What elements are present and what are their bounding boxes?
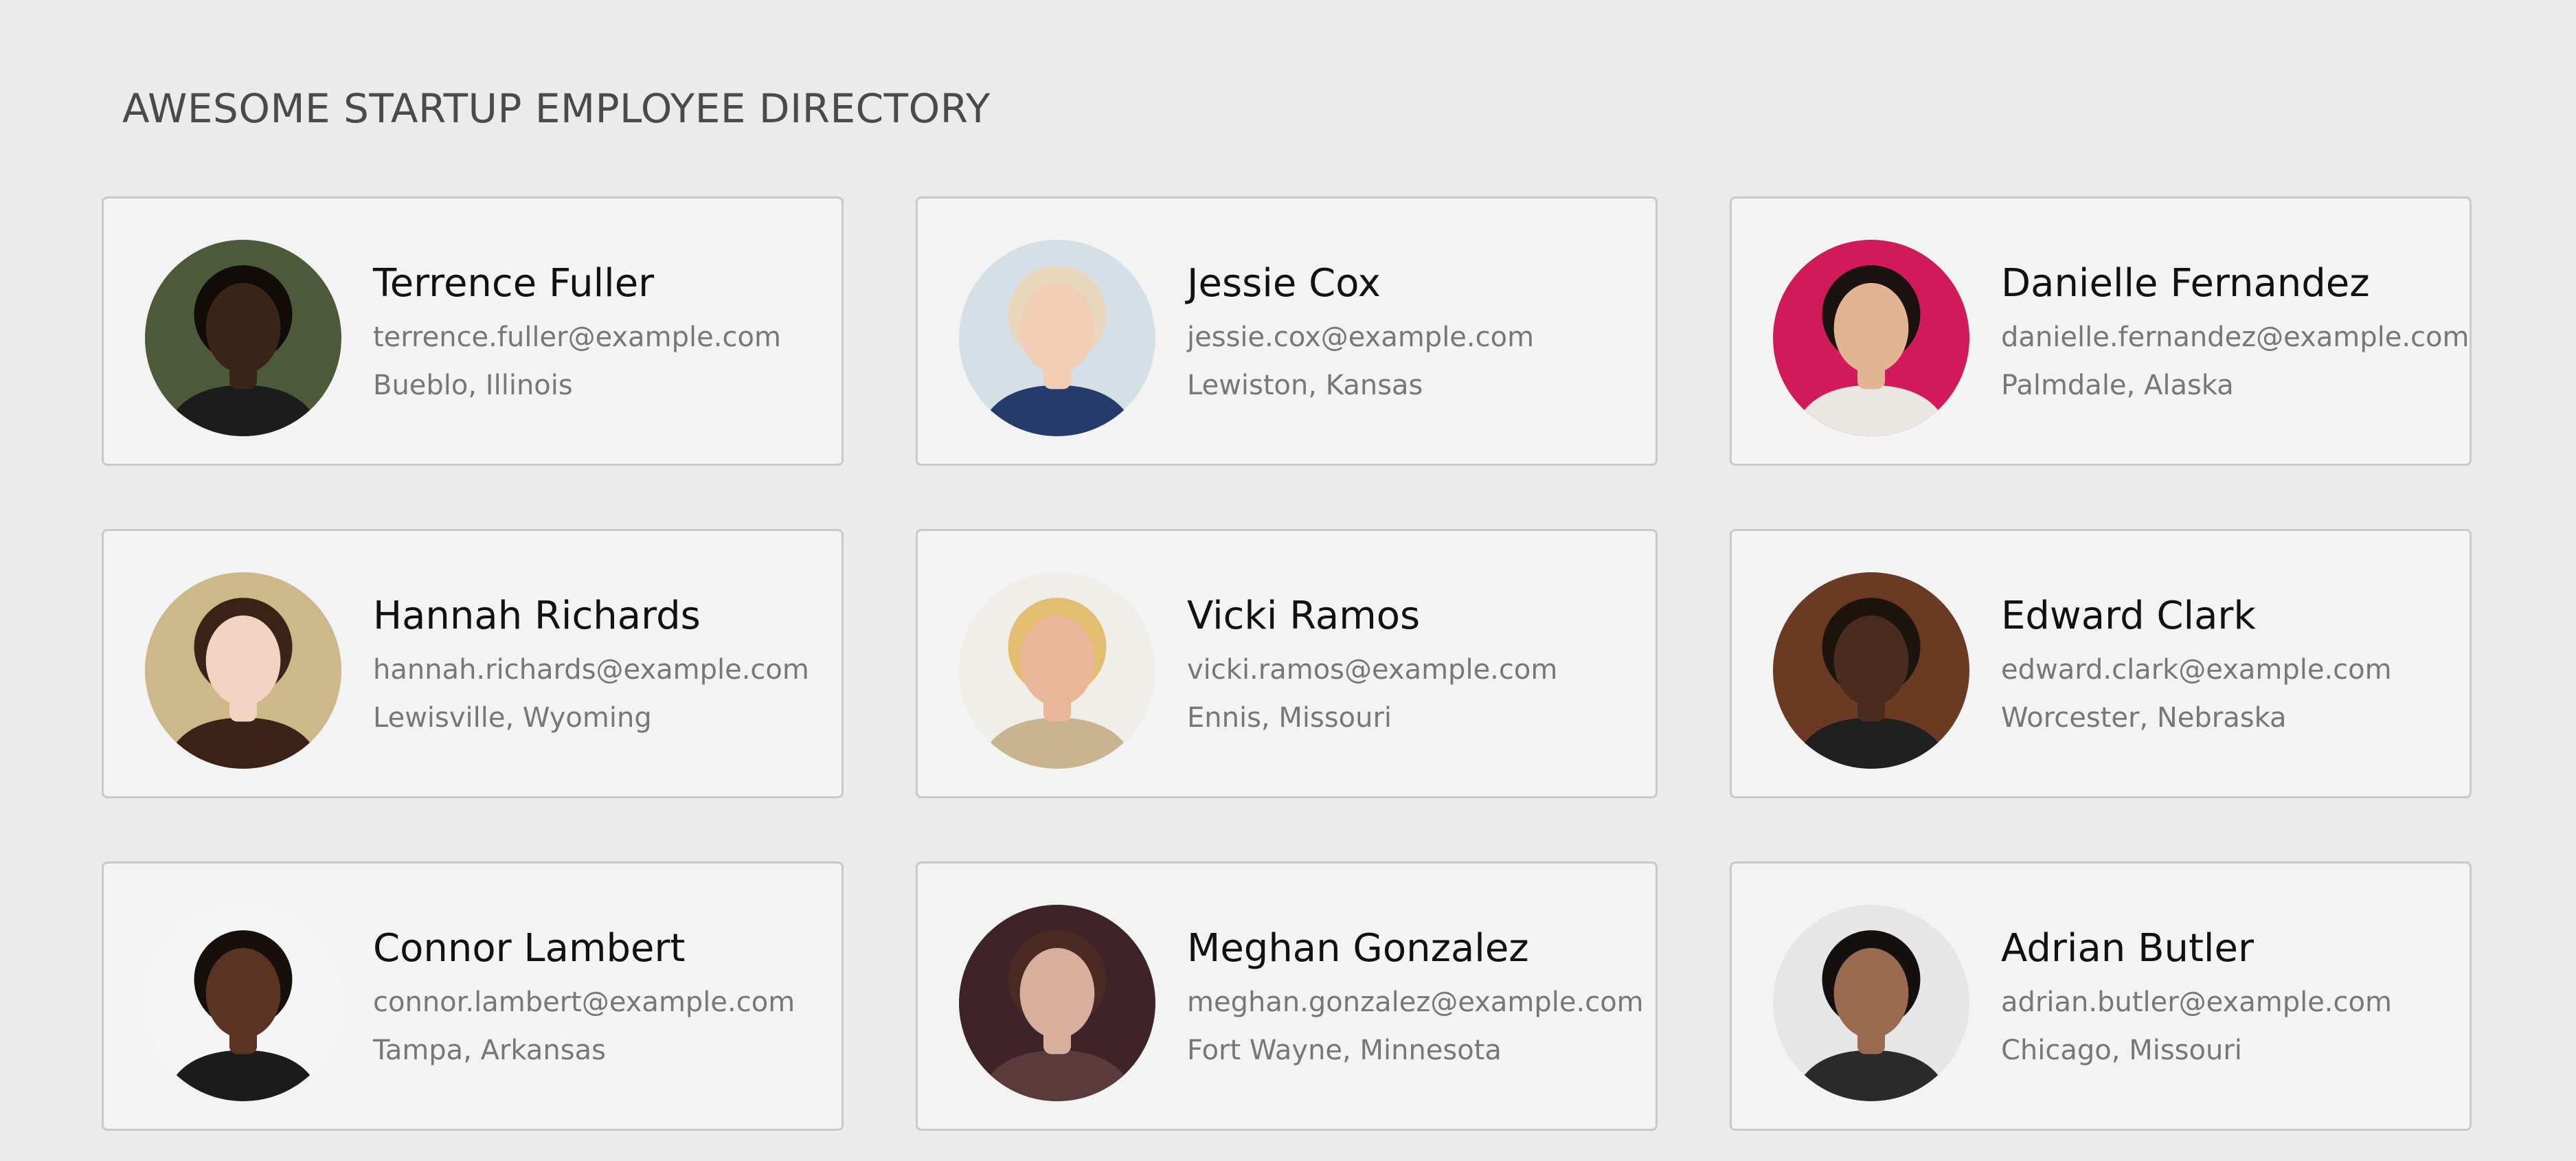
employee-location: Tampa, Arkansas <box>373 1035 606 1066</box>
employee-email: vicki.ramos@example.com <box>1187 654 1558 686</box>
person-avatar-icon <box>959 905 1155 1101</box>
person-avatar-icon <box>959 240 1155 436</box>
employee-email: connor.lambert@example.com <box>373 987 795 1018</box>
employee-name: Meghan Gonzalez <box>1187 926 1529 971</box>
employee-grid: Terrence Fuller terrence.fuller@example.… <box>102 196 2472 1131</box>
employee-location: Fort Wayne, Minnesota <box>1187 1035 1502 1066</box>
employee-email: edward.clark@example.com <box>2001 654 2392 686</box>
employee-name: Danielle Fernandez <box>2001 261 2370 306</box>
employee-card[interactable]: Meghan Gonzalez meghan.gonzalez@example.… <box>916 861 1658 1131</box>
employee-email: adrian.butler@example.com <box>2001 987 2392 1018</box>
avatar <box>145 905 341 1101</box>
employee-card[interactable]: Edward Clark edward.clark@example.com Wo… <box>1730 529 2472 798</box>
employee-name: Connor Lambert <box>373 926 686 971</box>
person-avatar-icon <box>1773 572 1969 769</box>
employee-info: Meghan Gonzalez meghan.gonzalez@example.… <box>1187 921 1654 1071</box>
person-avatar-icon <box>145 905 341 1101</box>
employee-info: Connor Lambert connor.lambert@example.co… <box>373 921 840 1071</box>
employee-email: jessie.cox@example.com <box>1187 322 1535 353</box>
employee-location: Lewisville, Wyoming <box>373 702 652 734</box>
employee-card[interactable]: Terrence Fuller terrence.fuller@example.… <box>102 196 844 466</box>
employee-info: Jessie Cox jessie.cox@example.com Lewist… <box>1187 256 1654 406</box>
employee-email: terrence.fuller@example.com <box>373 322 781 353</box>
person-avatar-icon <box>959 572 1155 769</box>
employee-location: Chicago, Missouri <box>2001 1035 2242 1066</box>
avatar <box>959 572 1155 769</box>
employee-email: meghan.gonzalez@example.com <box>1187 987 1644 1018</box>
person-avatar-icon <box>1773 905 1969 1101</box>
employee-card[interactable]: Connor Lambert connor.lambert@example.co… <box>102 861 844 1131</box>
employee-name: Adrian Butler <box>2001 926 2254 971</box>
employee-card[interactable]: Jessie Cox jessie.cox@example.com Lewist… <box>916 196 1658 466</box>
employee-email: hannah.richards@example.com <box>373 654 809 686</box>
employee-info: Edward Clark edward.clark@example.com Wo… <box>2001 589 2468 739</box>
employee-name: Terrence Fuller <box>373 261 655 306</box>
employee-location: Worcester, Nebraska <box>2001 702 2287 734</box>
person-avatar-icon <box>145 572 341 769</box>
employee-info: Hannah Richards hannah.richards@example.… <box>373 589 840 739</box>
page-title: AWESOME STARTUP EMPLOYEE DIRECTORY <box>122 85 991 132</box>
avatar <box>959 240 1155 436</box>
person-avatar-icon <box>1773 240 1969 436</box>
employee-info: Adrian Butler adrian.butler@example.com … <box>2001 921 2468 1071</box>
avatar <box>1773 905 1969 1101</box>
employee-name: Jessie Cox <box>1187 261 1381 306</box>
employee-card[interactable]: Hannah Richards hannah.richards@example.… <box>102 529 844 798</box>
employee-card[interactable]: Adrian Butler adrian.butler@example.com … <box>1730 861 2472 1131</box>
employee-card[interactable]: Danielle Fernandez danielle.fernandez@ex… <box>1730 196 2472 466</box>
employee-info: Vicki Ramos vicki.ramos@example.com Enni… <box>1187 589 1654 739</box>
avatar <box>145 572 341 769</box>
employee-name: Vicki Ramos <box>1187 594 1421 638</box>
employee-name: Edward Clark <box>2001 594 2256 638</box>
employee-info: Terrence Fuller terrence.fuller@example.… <box>373 256 840 406</box>
employee-email: danielle.fernandez@example.com <box>2001 322 2470 353</box>
avatar <box>145 240 341 436</box>
employee-name: Hannah Richards <box>373 594 701 638</box>
employee-location: Lewiston, Kansas <box>1187 370 1423 401</box>
employee-card[interactable]: Vicki Ramos vicki.ramos@example.com Enni… <box>916 529 1658 798</box>
avatar <box>1773 572 1969 769</box>
person-avatar-icon <box>145 240 341 436</box>
avatar <box>959 905 1155 1101</box>
avatar <box>1773 240 1969 436</box>
employee-location: Ennis, Missouri <box>1187 702 1392 734</box>
employee-location: Palmdale, Alaska <box>2001 370 2234 401</box>
employee-location: Bueblo, Illinois <box>373 370 573 401</box>
employee-info: Danielle Fernandez danielle.fernandez@ex… <box>2001 256 2470 406</box>
